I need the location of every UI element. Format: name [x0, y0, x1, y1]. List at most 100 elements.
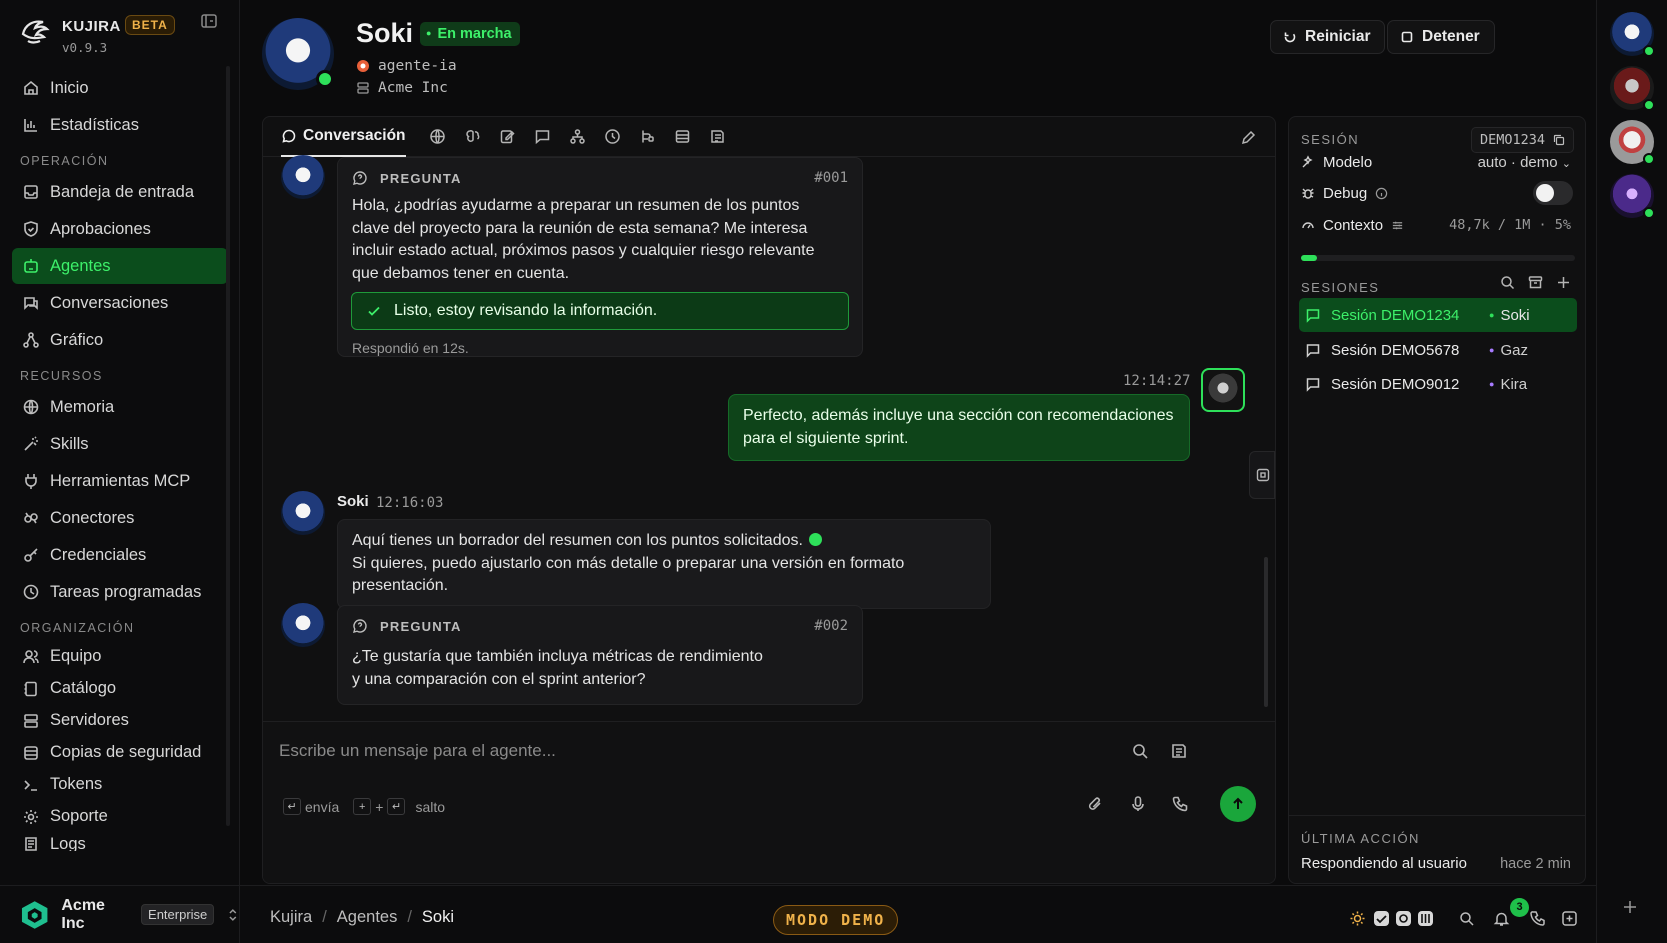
app-version: v0.9.3: [62, 40, 108, 55]
pencil-icon[interactable]: [1240, 129, 1257, 146]
plus-icon[interactable]: [1556, 275, 1571, 290]
add-agent-icon[interactable]: [1621, 898, 1639, 916]
model-select[interactable]: auto · demo ⌄: [1478, 154, 1571, 171]
tab-storage-icon[interactable]: [674, 128, 691, 145]
message-input[interactable]: [279, 738, 1099, 764]
copy-icon: [1553, 134, 1565, 146]
integration-icon[interactable]: [1395, 910, 1412, 927]
attach-icon[interactable]: [1086, 795, 1104, 813]
chat-scrollbar[interactable]: [1264, 557, 1268, 707]
breadcrumb-current: Soki: [421, 908, 455, 926]
sidebar-item-tokens[interactable]: Tokens: [12, 769, 228, 800]
tab-hierarchy-icon[interactable]: [569, 128, 586, 145]
agent-message-avatar[interactable]: [281, 603, 325, 647]
search-icon[interactable]: [1500, 275, 1515, 290]
integration-icon[interactable]: [1417, 910, 1434, 927]
agent-avatar[interactable]: [262, 18, 334, 90]
sidebar-item-herramientas-mcp[interactable]: Herramientas MCP: [12, 463, 228, 499]
sidebar-item-label: Soporte: [50, 807, 108, 825]
sidebar-item-servidores[interactable]: Servidores: [12, 705, 228, 736]
user-avatar[interactable]: [1201, 368, 1245, 412]
bell-icon[interactable]: [1493, 910, 1510, 927]
sidebar-item-conectores[interactable]: Conectores: [12, 500, 228, 536]
sidebar-item-conversaciones[interactable]: Conversaciones: [12, 285, 228, 321]
session-agent: ● Kira: [1489, 375, 1528, 393]
tab-branch-icon[interactable]: [639, 128, 656, 145]
breadcrumb-item[interactable]: Agentes: [337, 908, 398, 927]
sidebar-item-credenciales[interactable]: Credenciales: [12, 537, 228, 573]
search-icon[interactable]: [1458, 910, 1475, 927]
message-square-icon: [1306, 378, 1320, 392]
phone-icon[interactable]: [1171, 795, 1189, 813]
tab-logs-icon[interactable]: [709, 128, 726, 145]
online-status-dot: [316, 70, 334, 88]
question-card-002: PREGUNTA #002 ¿Te gustaría que también i…: [337, 605, 863, 705]
sidebar-item-logs[interactable]: Logs: [12, 833, 228, 851]
breadcrumb-item[interactable]: Kujira: [270, 908, 312, 927]
side-panel-toggle[interactable]: [1249, 451, 1275, 499]
stop-button[interactable]: Detener: [1387, 20, 1495, 54]
question-number: #002: [814, 618, 848, 634]
collapse-sidebar-icon[interactable]: [200, 12, 218, 30]
sidebar-item-copias[interactable]: Copias de seguridad: [12, 737, 228, 768]
sidebar-item-tareas-programadas[interactable]: Tareas programadas: [12, 574, 228, 610]
restart-button[interactable]: Reiniciar: [1270, 20, 1386, 54]
sidebar-item-inicio[interactable]: Inicio: [12, 70, 228, 106]
tab-globe-icon[interactable]: [429, 128, 446, 145]
globe-icon: [23, 399, 39, 415]
sidebar-scrollbar[interactable]: [226, 66, 230, 826]
sidebar-item-estadisticas[interactable]: Estadísticas: [12, 107, 228, 143]
rail-agent-avatar[interactable]: [1610, 12, 1655, 57]
chat-bubble-icon: [282, 129, 296, 143]
rail-agent-avatar[interactable]: [1610, 66, 1655, 111]
sidebar-item-grafico[interactable]: Gráfico: [12, 322, 228, 358]
integration-icon[interactable]: [1373, 910, 1390, 927]
search-icon[interactable]: [1131, 742, 1149, 760]
sidebar-item-label: Copias de seguridad: [50, 743, 202, 761]
question-header: PREGUNTA: [352, 618, 462, 634]
tab-edit-icon[interactable]: [499, 128, 516, 145]
status-confirmation: Listo, estoy revisando la información.: [351, 292, 849, 330]
sidebar-nav: Inicio Estadísticas OPERACIÓN Bandeja de…: [12, 70, 228, 852]
session-item[interactable]: Sesión DEMO9012 ● Kira: [1299, 367, 1577, 401]
session-item[interactable]: Sesión DEMO1234 ● Soki: [1299, 298, 1577, 332]
sidebar-item-label: Gráfico: [50, 330, 104, 349]
debug-toggle[interactable]: [1533, 181, 1573, 205]
microphone-icon[interactable]: [1129, 795, 1147, 813]
sidebar-item-agentes[interactable]: Agentes: [12, 248, 228, 284]
sessions-toolbar: [1487, 275, 1571, 290]
sidebar-item-aprobaciones[interactable]: Aprobaciones: [12, 211, 228, 247]
tab-message-icon[interactable]: [534, 128, 551, 145]
sidebar-item-equipo[interactable]: Equipo: [12, 641, 228, 672]
sidebar-item-memoria[interactable]: Memoria: [12, 389, 228, 425]
tab-conversacion[interactable]: Conversación: [281, 117, 406, 157]
sidebar-item-skills[interactable]: Skills: [12, 426, 228, 462]
sidebar-item-catalogo[interactable]: Catálogo: [12, 673, 228, 704]
send-button[interactable]: [1220, 786, 1256, 822]
archive-icon[interactable]: [1528, 275, 1543, 290]
rail-agent-avatar[interactable]: [1610, 120, 1655, 165]
agent-org-text: Acme Inc: [378, 80, 448, 96]
info-icon[interactable]: [1375, 187, 1388, 200]
session-item[interactable]: Sesión DEMO5678 ● Gaz: [1299, 333, 1577, 367]
home-icon: [24, 80, 38, 95]
context-progress-bar: [1301, 255, 1575, 261]
add-window-icon[interactable]: [1561, 910, 1578, 927]
tab-history-icon[interactable]: [604, 128, 621, 145]
sun-icon[interactable]: [1349, 910, 1366, 927]
sidebar-item-soporte[interactable]: Soporte: [12, 801, 228, 832]
model-row[interactable]: Modelo auto · demo ⌄: [1301, 150, 1575, 174]
brand[interactable]: KUJIRA BETA v0.9.3: [18, 12, 228, 56]
sidebar-item-bandeja[interactable]: Bandeja de entrada: [12, 174, 228, 210]
workspace-switcher[interactable]: Acme Inc Enterprise: [0, 885, 240, 943]
notification-count-badge: 3: [1510, 898, 1529, 917]
phone-icon[interactable]: [1529, 910, 1546, 927]
agent-message-avatar[interactable]: [281, 155, 325, 199]
tab-brain-icon[interactable]: [464, 128, 481, 145]
rail-agent-avatar[interactable]: [1610, 174, 1655, 219]
templates-icon[interactable]: [1170, 742, 1188, 760]
question-tag: PREGUNTA: [380, 170, 462, 186]
agent-message-avatar[interactable]: [281, 491, 325, 535]
sliders-icon[interactable]: [1391, 219, 1404, 232]
check-icon: [368, 306, 380, 316]
